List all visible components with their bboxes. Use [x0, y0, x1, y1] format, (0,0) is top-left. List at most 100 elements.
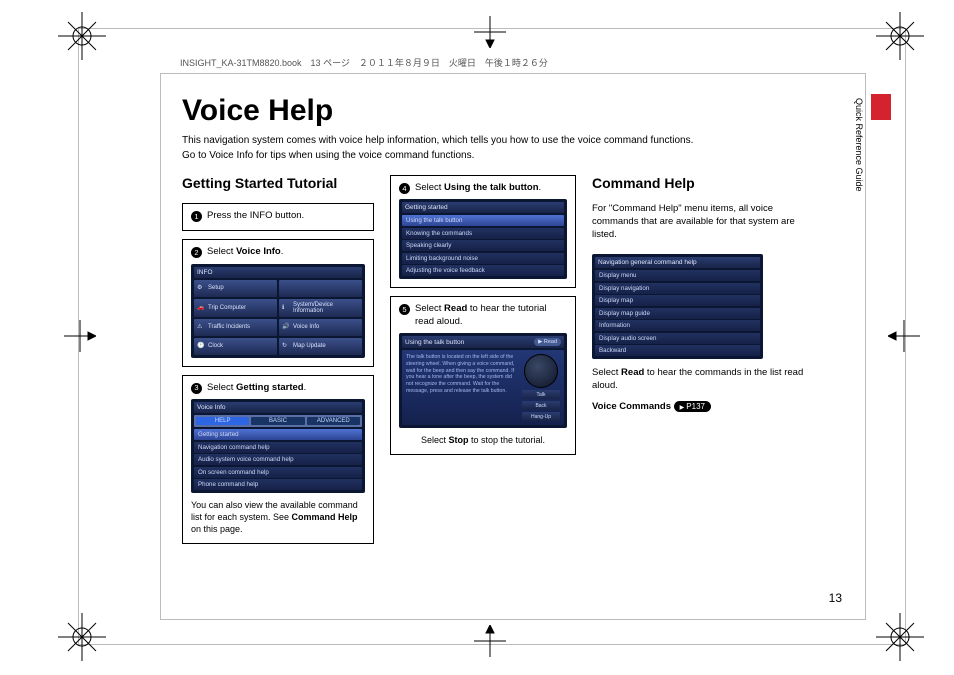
step-number-5-icon: 5	[399, 304, 410, 315]
nav-row-5: Display audio screen	[595, 333, 760, 344]
step-5-box: 5 Select Read to hear the tutorial read …	[390, 296, 576, 455]
talk-body-text: The talk button is located on the left s…	[406, 354, 518, 421]
step-4-text: Select Using the talk button.	[415, 182, 567, 194]
voice-info-screen: Voice Info HELP BASIC ADVANCED Getting s…	[191, 399, 365, 493]
mini-btn-talk: Talk	[522, 390, 560, 399]
nav-row-6: Backward	[595, 345, 760, 356]
section-label: Quick Reference Guide	[854, 98, 864, 192]
info-screen-title: INFO	[194, 267, 362, 278]
talk-body: The talk button is located on the left s…	[402, 350, 564, 425]
step-5: 5 Select Read to hear the tutorial read …	[399, 303, 567, 328]
voice-row-getting-started: Getting started	[194, 429, 362, 440]
step-number-4-icon: 4	[399, 183, 410, 194]
command-help-intro: For "Command Help" menu items, all voice…	[592, 203, 804, 241]
step-1-text: Press the INFO button.	[207, 210, 365, 222]
voice-info-list: Getting started Navigation command help …	[194, 429, 362, 490]
step-2-box: 2 Select Voice Info. INFO ⚙Setup 🚗Trip C…	[182, 239, 374, 366]
nav-row-3: Display map guide	[595, 308, 760, 319]
mini-btn-back: Back	[522, 401, 560, 410]
column-middle: 4 Select Using the talk button. Getting …	[390, 175, 576, 544]
talk-button-screen: Using the talk button ▶ Read The talk bu…	[399, 333, 567, 428]
step-4: 4 Select Using the talk button.	[399, 182, 567, 194]
gs-row-noise: Limiting background noise	[402, 253, 564, 264]
gear-icon: ⚙	[197, 284, 205, 292]
intro-line-1: This navigation system comes with voice …	[182, 135, 693, 146]
edge-mark-right	[888, 320, 920, 352]
page-title: Voice Help	[182, 94, 850, 128]
step-4-box: 4 Select Using the talk button. Getting …	[390, 175, 576, 288]
nav-row-0: Display menu	[595, 270, 760, 281]
step-number-2-icon: 2	[191, 247, 202, 258]
nav-row-4: Information	[595, 320, 760, 331]
section-command-help: Command Help	[592, 175, 804, 191]
voice-row-phone: Phone command help	[194, 479, 362, 490]
clock-icon: 🕐	[197, 342, 205, 350]
speaker-icon: 🔊	[282, 323, 290, 331]
info-screen: INFO ⚙Setup 🚗Trip Computer ℹSystem/Devic…	[191, 264, 365, 358]
voice-row-onscreen: On screen command help	[194, 467, 362, 478]
crop-mark-bottom-left	[58, 613, 106, 661]
column-right: Command Help For "Command Help" menu ite…	[592, 175, 804, 544]
step-2: 2 Select Voice Info.	[191, 246, 365, 258]
step-5-text: Select Read to hear the tutorial read al…	[415, 303, 567, 328]
refresh-icon: ↻	[282, 342, 290, 350]
nav-command-list: Display menu Display navigation Display …	[595, 270, 760, 356]
talk-title: Using the talk button	[405, 339, 464, 346]
warning-icon: ⚠	[197, 323, 205, 331]
edge-mark-left	[64, 320, 96, 352]
gs-row-knowing: Knowing the commands	[402, 228, 564, 239]
section-color-tab	[871, 94, 891, 120]
getting-started-screen: Getting started Using the talk button Kn…	[399, 199, 567, 279]
edge-mark-top	[474, 16, 506, 48]
nav-row-1: Display navigation	[595, 283, 760, 294]
voice-info-title: Voice Info	[194, 402, 362, 413]
gs-row-feedback: Adjusting the voice feedback	[402, 265, 564, 276]
info-btn-system: ℹSystem/Device Information	[279, 299, 362, 317]
talk-header: Using the talk button ▶ Read	[402, 336, 564, 348]
info-btn-setup: ⚙Setup	[194, 280, 277, 297]
step-3-text: Select Getting started.	[207, 382, 365, 394]
voice-commands-crossref: Voice Commands P137	[592, 401, 804, 412]
step-5-stop-note: Select Stop to stop the tutorial.	[399, 434, 567, 446]
intro-text: This navigation system comes with voice …	[182, 134, 850, 163]
step-2-text: Select Voice Info.	[207, 246, 365, 258]
crop-mark-bottom-right	[876, 613, 924, 661]
page-content: Voice Help This navigation system comes …	[182, 94, 850, 605]
info-btn-clock: 🕐Clock	[194, 338, 277, 355]
step-3-box: 3 Select Getting started. Voice Info HEL…	[182, 375, 374, 545]
talk-side-panel: Talk Back Hang-Up	[522, 354, 560, 421]
read-button: ▶ Read	[534, 338, 561, 346]
command-help-read-note: Select Read to hear the commands in the …	[592, 367, 804, 393]
tab-help: HELP	[196, 417, 249, 425]
step-number-1-icon: 1	[191, 211, 202, 222]
info-btn-trip: 🚗Trip Computer	[194, 299, 277, 317]
info-screen-grid: ⚙Setup 🚗Trip Computer ℹSystem/Device Inf…	[194, 280, 362, 355]
crop-mark-top-left	[58, 12, 106, 60]
gs-row-talk: Using the talk button	[402, 215, 564, 226]
page-ref-badge: P137	[674, 401, 711, 412]
nav-row-2: Display map	[595, 295, 760, 306]
voice-commands-label: Voice Commands	[592, 401, 671, 412]
dial-icon	[524, 354, 558, 388]
gs-title: Getting started	[402, 202, 564, 213]
gs-row-speaking: Speaking clearly	[402, 240, 564, 251]
info-icon: ℹ	[282, 304, 290, 312]
info-btn-blank	[279, 280, 362, 297]
voice-row-audio: Audio system voice command help	[194, 454, 362, 465]
column-left: Getting Started Tutorial 1 Press the INF…	[182, 175, 374, 544]
edge-mark-bottom	[474, 625, 506, 657]
voice-row-nav: Navigation command help	[194, 442, 362, 453]
mini-btn-hangup: Hang-Up	[522, 412, 560, 421]
info-btn-voice: 🔊Voice Info	[279, 319, 362, 336]
section-getting-started: Getting Started Tutorial	[182, 175, 374, 191]
tab-advanced: ADVANCED	[307, 417, 360, 425]
info-btn-traffic: ⚠Traffic Incidents	[194, 319, 277, 336]
tab-basic: BASIC	[251, 417, 304, 425]
voice-info-tabs: HELP BASIC ADVANCED	[194, 415, 362, 427]
intro-line-2: Go to Voice Info for tips when using the…	[182, 150, 474, 161]
info-btn-map: ↻Map Update	[279, 338, 362, 355]
step-number-3-icon: 3	[191, 383, 202, 394]
crop-mark-top-right	[876, 12, 924, 60]
step-3: 3 Select Getting started.	[191, 382, 365, 394]
document-header: INSIGHT_KA-31TM8820.book 13 ページ ２０１１年８月９…	[180, 56, 548, 69]
